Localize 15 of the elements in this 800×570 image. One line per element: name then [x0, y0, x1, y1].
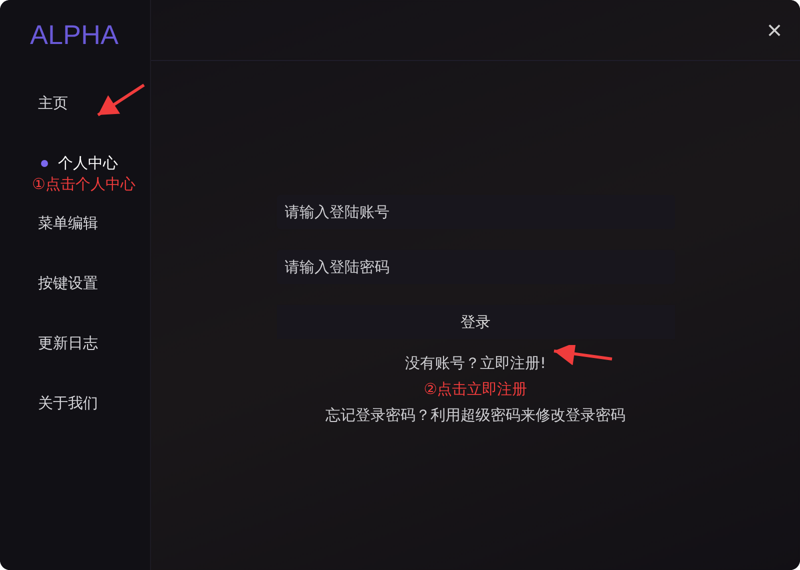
register-link[interactable]: 没有账号？立即注册!	[404, 354, 546, 372]
sidebar-item[interactable]: 主页	[38, 94, 68, 112]
close-button[interactable]: ×	[766, 17, 782, 43]
sidebar-item[interactable]: 菜单编辑	[38, 214, 98, 232]
annotation-text: ②点击立即注册	[424, 380, 528, 399]
logo: ALPHA	[30, 20, 119, 51]
sidebar-item[interactable]: 个人中心	[41, 154, 118, 172]
input-field[interactable]: 请输入登陆账号	[276, 195, 674, 229]
forgot-password-link[interactable]: 忘记登录密码？利用超级密码来修改登录密码	[326, 406, 626, 425]
annotation-text: ①点击个人中心	[32, 175, 136, 194]
login-button[interactable]: 登录	[276, 305, 674, 339]
sidebar-item[interactable]: 更新日志	[38, 334, 98, 352]
input-field[interactable]: 请输入登陆密码	[276, 250, 674, 284]
sidebar-item[interactable]: 关于我们	[38, 394, 98, 412]
sidebar-item[interactable]: 按键设置	[38, 274, 98, 292]
